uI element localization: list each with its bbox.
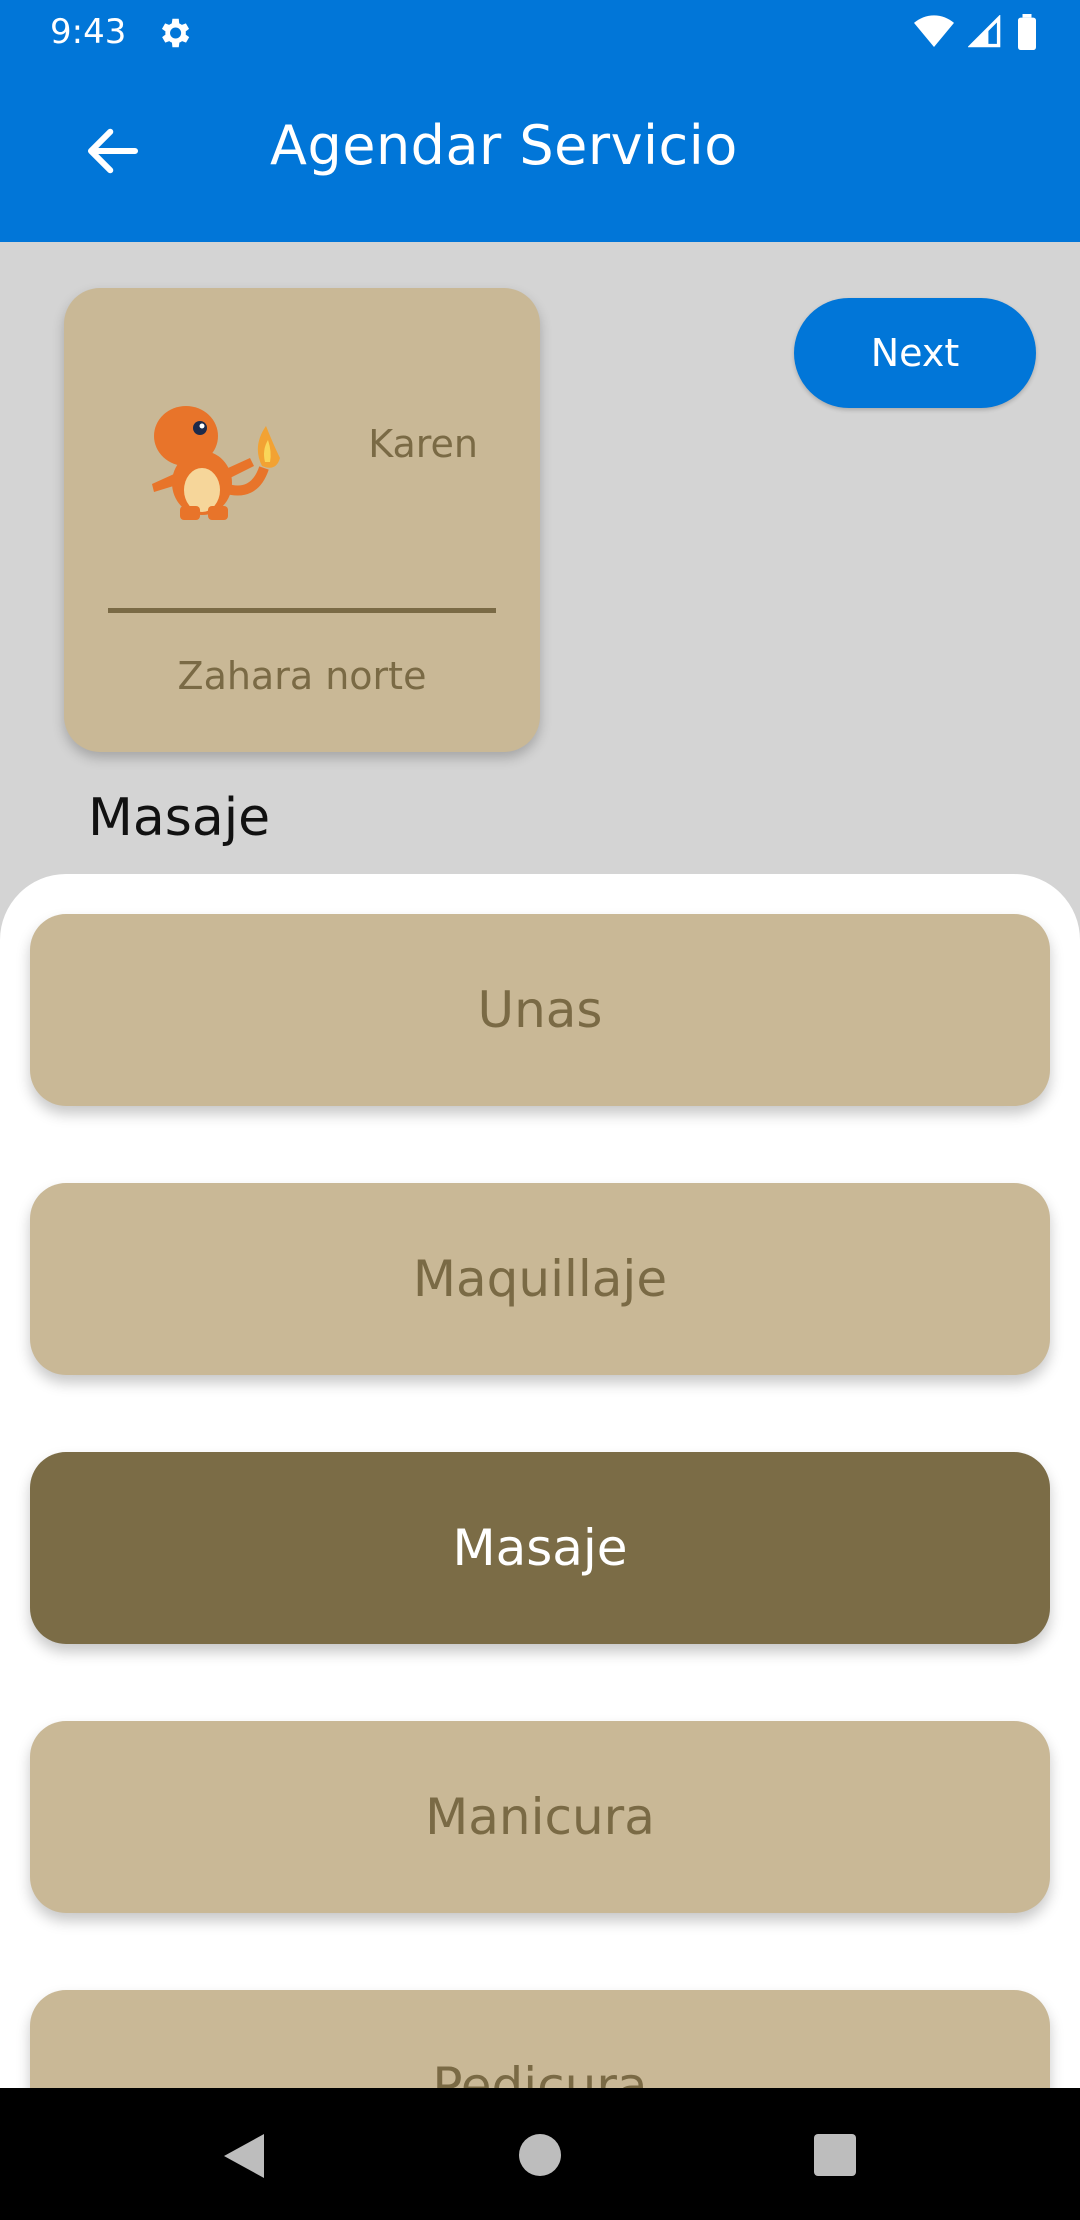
service-option-pedicura[interactable]: Pedicura <box>30 1990 1050 2088</box>
status-time: 9:43 <box>50 12 127 52</box>
service-option-maquillaje[interactable]: Maquillaje <box>30 1183 1050 1375</box>
selected-service-label: Masaje <box>88 788 271 848</box>
app-bar: Agendar Servicio <box>0 66 1080 242</box>
battery-icon <box>1016 14 1038 54</box>
status-bar: 9:43 <box>0 0 1080 66</box>
nav-home-icon[interactable] <box>519 2134 561 2176</box>
provider-card[interactable]: Karen Zahara norte <box>64 288 540 752</box>
services-sheet[interactable]: Unas Maquillaje Masaje Manicura Pedicura <box>0 874 1080 2088</box>
arrow-back-icon[interactable] <box>80 118 146 184</box>
gear-icon <box>155 14 193 56</box>
nav-back-icon[interactable] <box>222 2132 266 2184</box>
provider-name: Karen <box>368 422 478 466</box>
service-option-unas[interactable]: Unas <box>30 914 1050 1106</box>
divider <box>108 608 496 613</box>
next-button[interactable]: Next <box>794 298 1036 408</box>
avatar <box>124 388 284 528</box>
provider-location: Zahara norte <box>177 654 427 698</box>
navigation-bar <box>0 2088 1080 2220</box>
page-title: Agendar Servicio <box>270 114 738 177</box>
wifi-icon <box>914 15 954 53</box>
service-option-masaje[interactable]: Masaje <box>30 1452 1050 1644</box>
service-option-manicura[interactable]: Manicura <box>30 1721 1050 1913</box>
nav-recents-icon[interactable] <box>814 2134 856 2176</box>
signal-icon <box>967 14 1002 53</box>
